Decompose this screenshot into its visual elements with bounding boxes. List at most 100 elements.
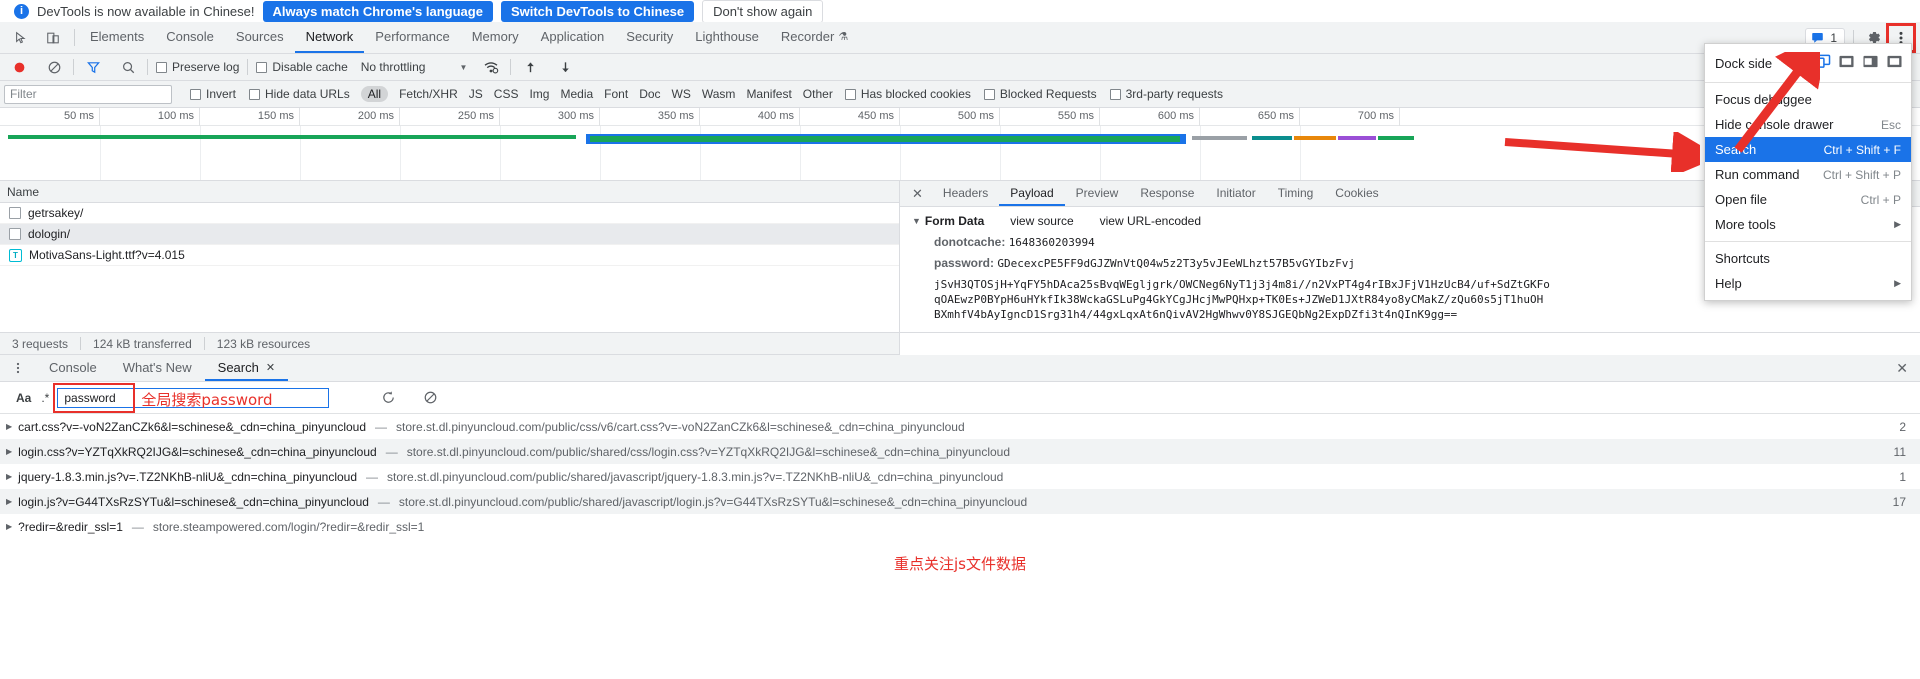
menu-item-search[interactable]: Search Ctrl + Shift + F — [1705, 137, 1911, 162]
tab-preview[interactable]: Preview — [1065, 181, 1130, 206]
disable-cache-checkbox[interactable]: Disable cache — [256, 60, 348, 74]
tab-label: Recorder — [780, 29, 835, 44]
match-case-toggle[interactable]: Aa — [8, 391, 39, 405]
upload-arrow-icon[interactable] — [519, 56, 541, 78]
tab-network[interactable]: Network — [294, 22, 365, 53]
filter-input[interactable]: Filter — [4, 84, 172, 104]
expand-triangle-icon[interactable]: ▶ — [6, 422, 12, 431]
tab-elements[interactable]: Elements — [79, 22, 155, 53]
chevron-right-icon: ▶ — [1894, 219, 1901, 229]
dock-bottom-icon[interactable] — [1838, 54, 1855, 72]
three-dots-vertical-icon[interactable] — [8, 355, 36, 381]
filter-type-ws[interactable]: WS — [672, 87, 691, 101]
clear-forbidden-icon[interactable] — [419, 387, 441, 409]
clear-forbidden-icon[interactable] — [43, 56, 65, 78]
tab-memory[interactable]: Memory — [461, 22, 530, 53]
filter-type-other[interactable]: Other — [803, 87, 833, 101]
drawer-tab-whats-new[interactable]: What's New — [110, 355, 205, 381]
preserve-log-checkbox[interactable]: Preserve log — [156, 60, 239, 74]
search-annotation: 全局搜索password — [141, 390, 273, 409]
dont-show-again-button[interactable]: Don't show again — [702, 0, 824, 22]
tab-sources[interactable]: Sources — [225, 22, 295, 53]
filter-type-img[interactable]: Img — [529, 87, 549, 101]
tab-label: Application — [540, 29, 605, 44]
expand-triangle-icon[interactable]: ▶ — [6, 447, 12, 456]
drawer-tab-search[interactable]: Search ✕ — [204, 355, 289, 381]
tab-headers[interactable]: Headers — [932, 181, 999, 206]
hide-data-urls-checkbox[interactable]: Hide data URLs — [249, 87, 350, 101]
filter-type-media[interactable]: Media — [560, 87, 593, 101]
view-url-encoded-link[interactable]: view URL-encoded — [1100, 214, 1201, 228]
expand-triangle-icon[interactable]: ▶ — [6, 472, 12, 481]
funnel-icon[interactable] — [82, 56, 104, 78]
dock-left-icon[interactable] — [1862, 54, 1879, 72]
list-item[interactable]: ▶ ?redir=&redir_ssl=1 — store.steampower… — [0, 514, 1920, 539]
requests-column-header[interactable]: Name — [0, 181, 899, 203]
filter-type-wasm[interactable]: Wasm — [702, 87, 736, 101]
menu-item-label: Search — [1715, 142, 1757, 157]
tab-initiator[interactable]: Initiator — [1205, 181, 1266, 206]
expand-triangle-icon[interactable]: ▶ — [6, 497, 12, 506]
network-overview[interactable]: 50 ms 100 ms 150 ms 200 ms 250 ms 300 ms… — [0, 108, 1920, 181]
download-arrow-icon[interactable] — [554, 56, 576, 78]
filter-type-doc[interactable]: Doc — [639, 87, 660, 101]
menu-item-shortcuts[interactable]: Shortcuts — [1705, 246, 1911, 271]
tab-timing[interactable]: Timing — [1267, 181, 1325, 206]
list-item[interactable]: ▶ jquery-1.8.3.min.js?v=.TZ2NKhB-nliU&_c… — [0, 464, 1920, 489]
list-item[interactable]: ▶ cart.css?v=-voN2ZanCZk6&l=schinese&_cd… — [0, 414, 1920, 439]
record-circle-icon[interactable] — [8, 56, 30, 78]
regex-toggle[interactable]: .* — [39, 391, 57, 405]
view-source-link[interactable]: view source — [1010, 214, 1073, 228]
device-toolbar-icon[interactable] — [42, 27, 64, 49]
blocked-requests-checkbox[interactable]: Blocked Requests — [983, 87, 1097, 101]
menu-item-open-file[interactable]: Open file Ctrl + P — [1705, 187, 1911, 212]
tab-recorder[interactable]: Recorder ⚗ — [770, 22, 859, 53]
tab-lighthouse[interactable]: Lighthouse — [684, 22, 770, 53]
network-conditions-icon[interactable] — [480, 56, 502, 78]
menu-item-help[interactable]: Help ▶ — [1705, 271, 1911, 296]
tab-cookies[interactable]: Cookies — [1324, 181, 1389, 206]
menu-item-more-tools[interactable]: More tools ▶ — [1705, 212, 1911, 237]
close-tab-icon[interactable]: ✕ — [266, 361, 275, 374]
tab-payload[interactable]: Payload — [999, 181, 1065, 206]
table-row[interactable]: getrsakey/ — [0, 203, 899, 224]
magnifier-icon[interactable] — [117, 56, 139, 78]
list-item[interactable]: ▶ login.js?v=G44TXsRzSYTu&l=schinese&_cd… — [0, 489, 1920, 514]
tab-performance[interactable]: Performance — [364, 22, 460, 53]
list-item[interactable]: ▶ login.css?v=YZTqXkRQ2IJG&l=schinese&_c… — [0, 439, 1920, 464]
table-row[interactable]: T MotivaSans-Light.ttf?v=4.015 — [0, 245, 899, 266]
undock-icon[interactable] — [1814, 54, 1831, 72]
filter-type-js[interactable]: JS — [469, 87, 483, 101]
switch-devtools-chinese-button[interactable]: Switch DevTools to Chinese — [500, 0, 695, 22]
menu-item-focus-debuggee[interactable]: Focus debuggee — [1705, 87, 1911, 112]
dock-right-icon[interactable] — [1886, 54, 1903, 72]
result-separator: — — [131, 519, 144, 534]
third-party-requests-checkbox[interactable]: 3rd-party requests — [1109, 87, 1223, 101]
refresh-icon[interactable] — [377, 387, 399, 409]
result-match-count: 17 — [1892, 494, 1906, 509]
drawer-tab-console[interactable]: Console — [36, 355, 110, 381]
tab-response[interactable]: Response — [1129, 181, 1205, 206]
menu-item-label: Focus debuggee — [1715, 92, 1812, 107]
has-blocked-cookies-checkbox[interactable]: Has blocked cookies — [844, 87, 971, 101]
tab-console[interactable]: Console — [155, 22, 225, 53]
match-chrome-language-button[interactable]: Always match Chrome's language — [262, 0, 493, 22]
table-row[interactable]: dologin/ — [0, 224, 899, 245]
tab-application[interactable]: Application — [530, 22, 616, 53]
collapse-triangle-icon[interactable]: ▼ — [912, 216, 921, 226]
close-x-icon[interactable]: ✕ — [906, 181, 932, 206]
filter-type-all[interactable]: All — [360, 86, 389, 102]
filter-type-css[interactable]: CSS — [494, 87, 519, 101]
menu-item-hide-console-drawer[interactable]: Hide console drawer Esc — [1705, 112, 1911, 137]
filter-type-font[interactable]: Font — [604, 87, 628, 101]
expand-triangle-icon[interactable]: ▶ — [6, 522, 12, 531]
inspect-cursor-icon[interactable] — [10, 27, 32, 49]
menu-item-run-command[interactable]: Run command Ctrl + Shift + P — [1705, 162, 1911, 187]
close-drawer-icon[interactable]: ✕ — [1896, 355, 1920, 381]
invert-checkbox[interactable]: Invert — [190, 87, 236, 101]
tab-security[interactable]: Security — [615, 22, 684, 53]
filter-type-manifest[interactable]: Manifest — [746, 87, 791, 101]
throttling-select[interactable]: No throttling ▼ — [361, 60, 468, 74]
filter-type-fetch-xhr[interactable]: Fetch/XHR — [399, 87, 458, 101]
menu-item-accel: Esc — [1880, 117, 1901, 132]
